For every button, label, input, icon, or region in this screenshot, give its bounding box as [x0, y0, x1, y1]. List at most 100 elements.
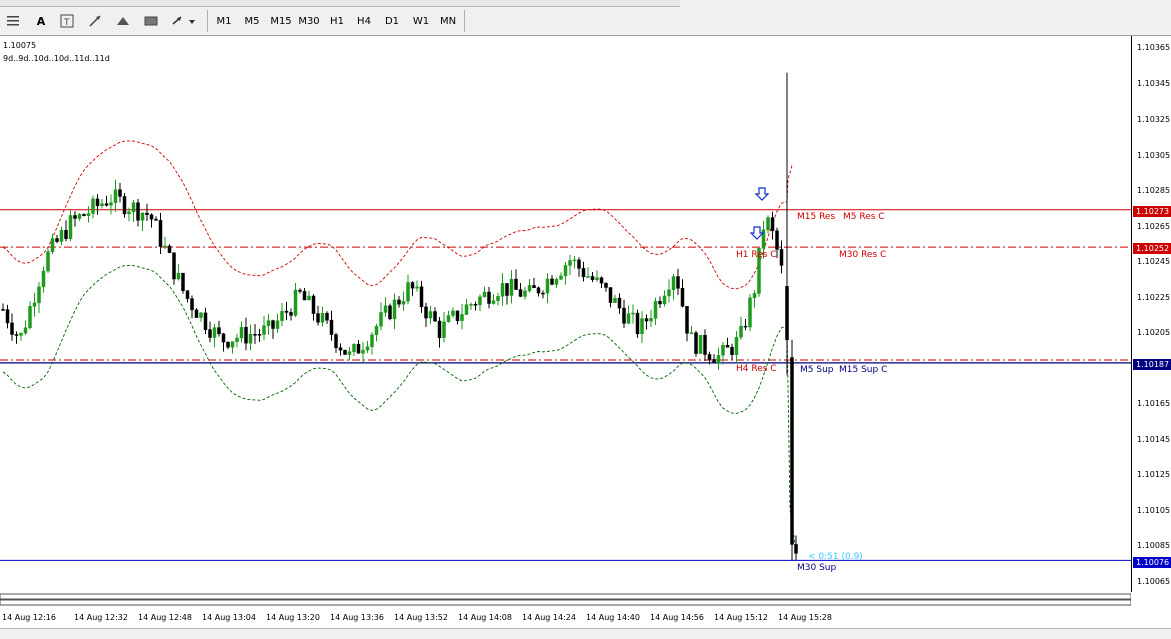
chart-canvas[interactable]	[0, 36, 1131, 592]
timeframe-m5[interactable]: M5	[241, 11, 263, 31]
candle-body	[194, 309, 199, 318]
candle-body	[275, 320, 280, 329]
candle-body	[685, 306, 689, 334]
timeframe-w1[interactable]: W1	[409, 11, 433, 31]
candle-body	[10, 322, 14, 335]
time-tick: 14 Aug 13:20	[266, 613, 320, 622]
candle-body	[59, 230, 64, 242]
candle-body	[158, 220, 163, 247]
candle-body	[401, 301, 406, 305]
candle-body	[689, 332, 694, 334]
arrows-icon[interactable]	[86, 11, 104, 31]
candle-body	[311, 295, 316, 314]
candle-body	[145, 212, 149, 215]
candle-body	[671, 276, 676, 291]
candle-body	[266, 320, 271, 326]
time-tick: 14 Aug 15:28	[778, 613, 832, 622]
price-tick: 1.10285	[1137, 186, 1171, 195]
candle-body	[743, 325, 748, 328]
period-info: 9d..9d..10d..10d..11d..11d	[3, 54, 110, 63]
candle-body	[302, 291, 307, 301]
down-arrow-icon	[754, 187, 770, 201]
candle-body	[707, 354, 712, 360]
candle-body	[653, 301, 658, 319]
chart-scrollbar[interactable]	[0, 592, 1132, 607]
candle-body	[518, 289, 523, 297]
candle-body	[149, 214, 154, 220]
timeframe-d1[interactable]: D1	[381, 11, 403, 31]
time-tick: 14 Aug 14:40	[586, 613, 640, 622]
candle-body	[370, 334, 374, 348]
price-tick: 1.10265	[1137, 222, 1171, 231]
price-tick: 1.10105	[1137, 506, 1171, 515]
candle-body	[217, 327, 221, 335]
timeframe-m30[interactable]: M30	[296, 11, 322, 31]
objects-dropdown-icon[interactable]	[170, 11, 198, 31]
candle-body	[433, 311, 437, 322]
candle-body	[383, 305, 388, 313]
candle-body	[640, 318, 644, 335]
timeframe-h4[interactable]: H4	[353, 11, 375, 31]
candle-body	[334, 334, 338, 348]
support-price-tag: 1.10076	[1133, 557, 1171, 568]
price-tick: 1.10125	[1137, 470, 1171, 479]
timeframe-m1[interactable]: M1	[213, 11, 235, 31]
candle-body	[176, 273, 181, 280]
candle-body	[785, 286, 789, 340]
candle-body	[581, 268, 586, 278]
candle-body	[298, 289, 302, 292]
toolbar-separator	[207, 10, 208, 32]
candle-body	[748, 297, 752, 328]
candle-body	[208, 329, 212, 338]
candle-body	[284, 310, 289, 313]
triangle-shape-icon[interactable]	[114, 11, 132, 31]
resistance-price-tag: 1.10252	[1133, 243, 1171, 254]
candle-body	[716, 354, 721, 363]
time-tick: 14 Aug 13:36	[330, 613, 384, 622]
candle-body	[775, 230, 779, 250]
candle-body	[131, 202, 136, 213]
candle-body	[203, 312, 208, 330]
candle-body	[604, 282, 608, 288]
candle-body	[307, 295, 311, 301]
timeframe-h1[interactable]: H1	[326, 11, 348, 31]
candle-body	[766, 217, 770, 230]
candle-body	[415, 286, 419, 289]
candle-body	[599, 277, 604, 284]
candle-body	[113, 189, 118, 203]
candle-body	[478, 296, 482, 306]
candle-body	[622, 307, 626, 324]
timeframe-mn[interactable]: MN	[436, 11, 460, 31]
text-label-icon[interactable]: T	[58, 11, 76, 31]
candle-body	[730, 347, 734, 355]
candle-body	[532, 285, 536, 289]
candle-body	[406, 282, 410, 302]
candle-body	[667, 289, 671, 297]
candle-body	[613, 297, 617, 303]
candle-body	[608, 287, 613, 303]
candle-body	[316, 313, 320, 323]
price-tick: 1.10065	[1137, 577, 1171, 586]
timeframe-m15[interactable]: M15	[268, 11, 294, 31]
text-tool-icon[interactable]: A	[32, 11, 50, 31]
candle-body	[293, 289, 298, 316]
candle-body	[442, 321, 446, 338]
m30-res-c-label: M30 Res C	[839, 250, 887, 260]
candle-body	[19, 332, 23, 336]
candle-body	[140, 212, 145, 221]
candle-body	[122, 196, 127, 215]
candle-body	[460, 314, 464, 321]
candle-body	[694, 332, 698, 354]
price-chart[interactable]	[0, 36, 1131, 592]
candle-body	[347, 351, 352, 355]
periodicity-icon[interactable]	[4, 11, 22, 31]
m15-res-label: M15 Res	[797, 212, 836, 222]
candle-body	[631, 312, 635, 315]
candle-body	[37, 286, 41, 304]
candle-body	[523, 290, 527, 297]
svg-text:T: T	[63, 18, 70, 28]
candle-body	[617, 297, 622, 309]
rectangle-shape-icon[interactable]	[142, 11, 160, 31]
candle-body	[541, 292, 545, 295]
price-tick: 1.10165	[1137, 399, 1171, 408]
